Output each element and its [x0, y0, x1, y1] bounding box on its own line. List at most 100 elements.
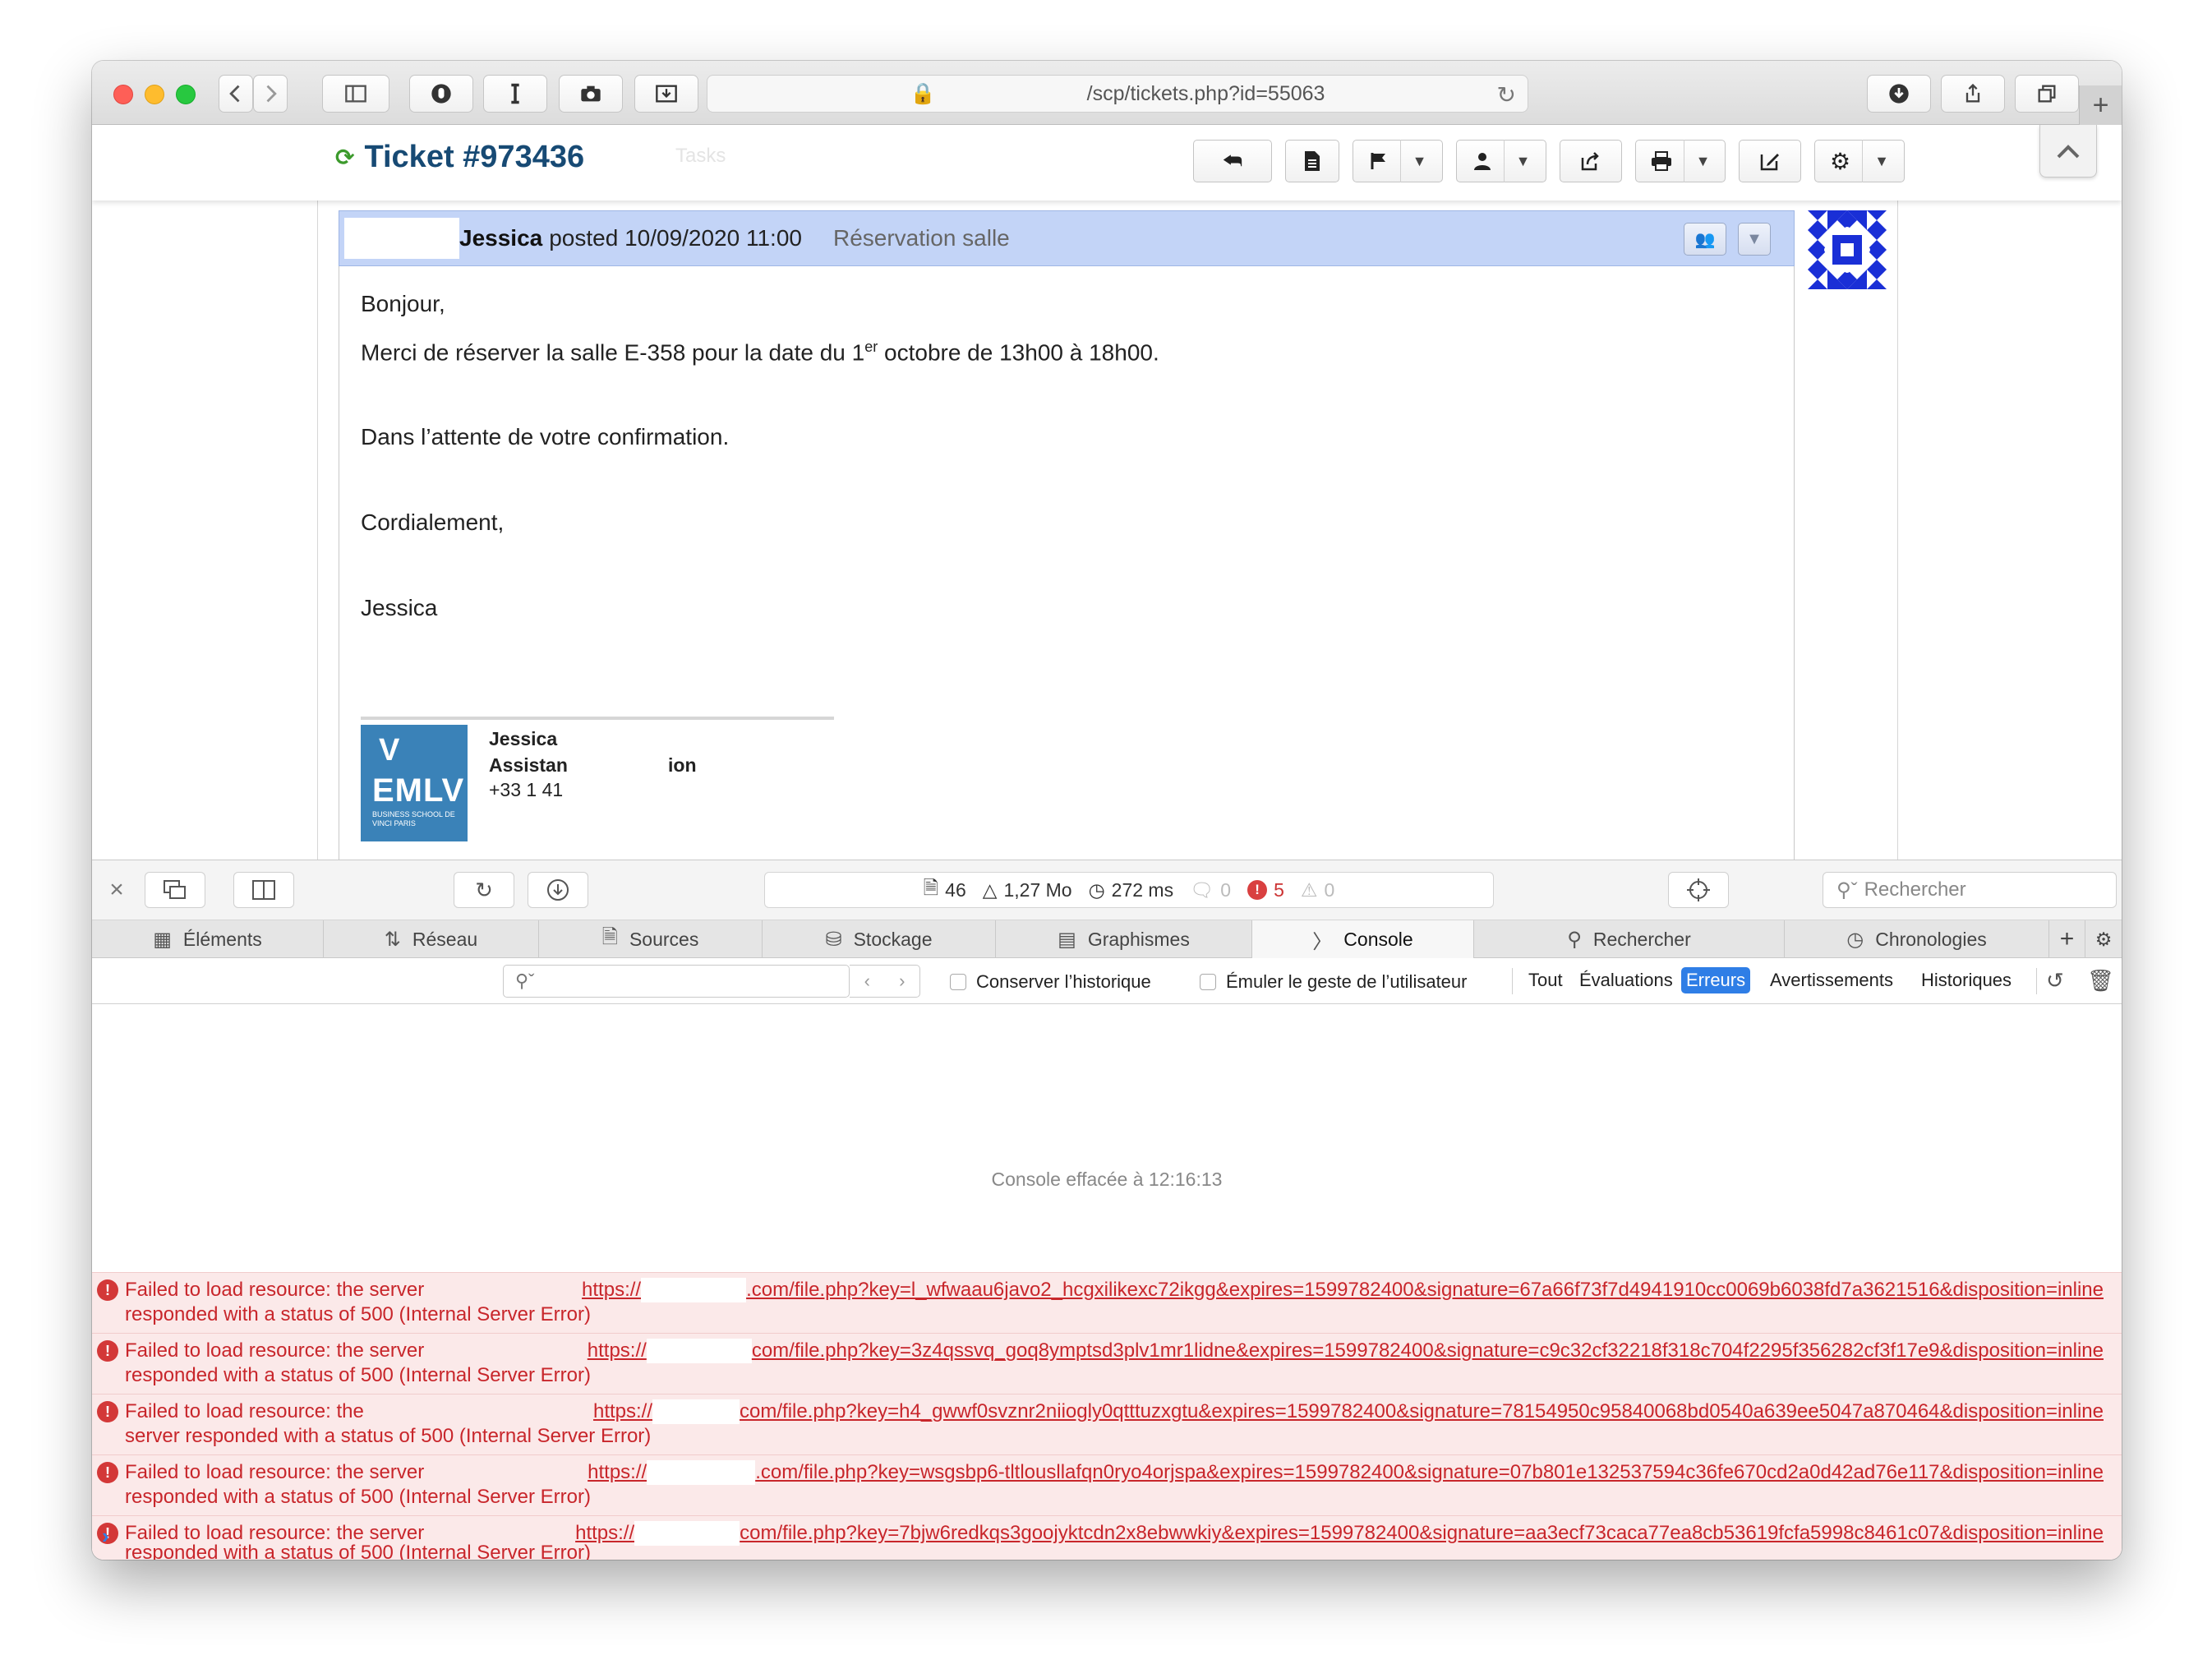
- flag-icon: [1371, 153, 1385, 169]
- tab-storage[interactable]: ⛁ Stockage: [763, 920, 996, 958]
- ticket-title[interactable]: ⟳ Ticket #973436: [335, 140, 584, 175]
- log-count: 🗨 0: [1190, 878, 1232, 901]
- close-window-button[interactable]: [113, 85, 133, 104]
- downloads-button[interactable]: [1867, 75, 1931, 113]
- filter-navigation: ‹ ›: [850, 965, 920, 998]
- sidebar-toggle-button[interactable]: [322, 75, 389, 113]
- edit-ticket-button[interactable]: [1285, 140, 1339, 182]
- chevron-left-icon[interactable]: ‹: [864, 970, 870, 992]
- users-icon: 👥: [1694, 230, 1716, 249]
- close-inspector-button[interactable]: ×: [100, 872, 133, 908]
- download-icon: [1889, 84, 1909, 104]
- scroll-to-top-button[interactable]: [2039, 125, 2097, 177]
- resource-url-link[interactable]: https://com/file.php?key=h4_gwwf0svznr2n…: [593, 1399, 2104, 1424]
- chevron-up-icon: [2057, 144, 2080, 158]
- chevron-right-icon: [266, 85, 277, 103]
- resource-count: 🗎 46: [924, 874, 966, 906]
- thread-message-body: Bonjour, Merci de réserver la salle E-35…: [339, 266, 1795, 919]
- element-picker-button[interactable]: [1668, 872, 1729, 908]
- tabs-overview-button[interactable]: [2015, 75, 2079, 113]
- emulate-gesture-checkbox[interactable]: Émuler le geste de l’utilisateur: [1200, 971, 1467, 993]
- download-archive-button[interactable]: [528, 872, 588, 908]
- tasks-tab[interactable]: Tasks: [675, 145, 726, 168]
- address-bar[interactable]: 🔒 /scp/tickets.php?id=55063 ↻: [707, 75, 1528, 113]
- signature-name: Jessica: [489, 728, 558, 749]
- page-metrics[interactable]: 🗎 46 △ 1,27 Mo ◷ 272 ms 🗨 0 ! 5 ⚠ 0: [764, 872, 1494, 908]
- tab-console[interactable]: 〉 Console: [1252, 920, 1474, 958]
- divider: [1862, 140, 1864, 182]
- posted-date: posted 10/09/2020 11:00: [549, 225, 802, 251]
- zoom-window-button[interactable]: [176, 85, 196, 104]
- search-icon: ⚲: [1567, 928, 1582, 951]
- transfer-button[interactable]: [1560, 140, 1622, 182]
- timeline-icon: ◷: [1846, 928, 1864, 951]
- print-menu-button[interactable]: ▼: [1635, 140, 1726, 182]
- assign-menu-button[interactable]: ▼: [1456, 140, 1546, 182]
- edit-note-button[interactable]: [1739, 140, 1801, 182]
- refresh-icon[interactable]: ⟳: [335, 144, 354, 171]
- level-all[interactable]: Tout: [1528, 970, 1563, 991]
- tab-sources[interactable]: 🗎 Sources: [539, 920, 763, 958]
- windows-icon: [164, 880, 186, 899]
- split-view-icon: [252, 880, 275, 900]
- dock-side-button[interactable]: [233, 872, 294, 908]
- tab-elements[interactable]: ▦ Éléments: [92, 920, 324, 958]
- refresh-console-icon[interactable]: ↺: [2046, 968, 2064, 993]
- console-filter-input[interactable]: ⚲ˇ: [503, 965, 850, 998]
- privacy-extension-button[interactable]: [409, 75, 473, 113]
- detach-inspector-button[interactable]: [145, 872, 205, 908]
- settings-menu-button[interactable]: ⚙ ▼: [1814, 140, 1905, 182]
- trash-icon[interactable]: 🗑: [2087, 968, 2114, 993]
- storage-icon: ⛁: [825, 928, 842, 951]
- reload-page-button[interactable]: ↻: [454, 872, 514, 908]
- reload-icon[interactable]: ↻: [1497, 81, 1516, 108]
- minimize-window-button[interactable]: [145, 85, 164, 104]
- inspector-search-input[interactable]: ⚲ˇ Rechercher: [1823, 872, 2117, 908]
- resource-url-link[interactable]: https://com/file.php?key=7bjw6redkqs3goo…: [575, 1521, 2104, 1546]
- tab-timelines[interactable]: ◷ Chronologies: [1785, 920, 2049, 958]
- level-logs[interactable]: Historiques: [1921, 970, 2012, 991]
- tab-search[interactable]: ⚲ Rechercher: [1474, 920, 1785, 958]
- plus-icon: +: [2092, 89, 2109, 121]
- thread-options-button[interactable]: ▼: [1738, 223, 1771, 256]
- chevron-right-icon[interactable]: ›: [899, 970, 905, 992]
- search-icon: ⚲ˇ: [515, 970, 535, 991]
- search-placeholder: Rechercher: [1864, 878, 1966, 901]
- clock-icon: ◷: [1088, 878, 1105, 901]
- browser-toolbar: 🔒 /scp/tickets.php?id=55063 ↻ +: [92, 61, 2122, 125]
- tab-network[interactable]: ⇅ Réseau: [324, 920, 539, 958]
- flag-menu-button[interactable]: ▼: [1353, 140, 1443, 182]
- forward-button[interactable]: [253, 75, 288, 113]
- back-button[interactable]: [219, 75, 253, 113]
- resource-url-link[interactable]: https://.com/file.php?key=wsgsbp6-tltlou…: [588, 1460, 2104, 1485]
- checkbox-box[interactable]: [1200, 974, 1216, 990]
- hand-icon: [431, 84, 451, 104]
- console-prompt[interactable]: ›: [102, 1524, 109, 1549]
- add-tab-button[interactable]: +: [2049, 920, 2085, 958]
- preserve-log-checkbox[interactable]: Conserver l’historique: [950, 971, 1151, 993]
- error-icon: !: [97, 1340, 118, 1362]
- text-cursor-extension-button[interactable]: [483, 75, 547, 113]
- tabs-icon: [2038, 85, 2056, 103]
- tab-graphics[interactable]: ▤ Graphismes: [996, 920, 1252, 958]
- share-icon: [1965, 83, 1980, 103]
- media-extension-button[interactable]: [634, 75, 698, 113]
- reply-button[interactable]: ⮪: [1193, 140, 1272, 182]
- level-warnings[interactable]: Avertissements: [1770, 970, 1893, 991]
- ticket-header: ⟳ Ticket #973436 Tasks ⮪ ▼ ▼ ▼ ⚙ ▼: [92, 125, 2122, 201]
- search-icon: ⚲ˇ: [1836, 878, 1858, 901]
- checkbox-box[interactable]: [950, 974, 966, 990]
- share-out-icon: [1581, 152, 1599, 171]
- resource-url-link[interactable]: https://com/file.php?key=3z4qssvq_goq8ym…: [588, 1339, 2104, 1363]
- caret-down-icon: ▼: [1412, 152, 1427, 169]
- console-output: Console effacée à 12:16:13 ! Failed to l…: [92, 1004, 2122, 1560]
- collaborators-button[interactable]: 👥: [1684, 223, 1726, 256]
- new-tab-button[interactable]: +: [2079, 85, 2122, 125]
- share-button[interactable]: [1941, 75, 2005, 113]
- resource-url-link[interactable]: https://.com/file.php?key=l_wfwaau6javo2…: [582, 1278, 2104, 1302]
- divider: [1399, 140, 1401, 182]
- inspector-settings-button[interactable]: ⚙: [2085, 920, 2122, 958]
- level-evaluations[interactable]: Évaluations: [1579, 970, 1673, 991]
- screenshot-extension-button[interactable]: [559, 75, 623, 113]
- level-errors[interactable]: Erreurs: [1681, 967, 1751, 993]
